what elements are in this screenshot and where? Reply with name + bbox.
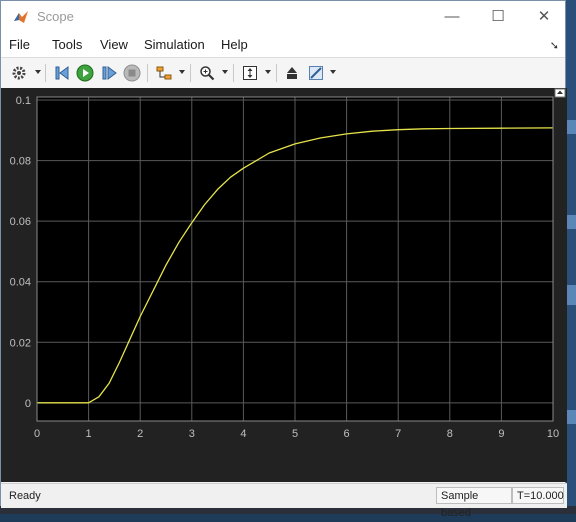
y-tick-label: 0.04	[10, 277, 31, 289]
menu-help[interactable]: Help	[221, 37, 248, 52]
maximize-button[interactable]: ☐	[475, 1, 521, 31]
x-tick-label: 3	[189, 428, 195, 440]
toolbar-separator	[147, 64, 148, 82]
y-tick-label: 0.06	[10, 216, 31, 228]
data-point	[109, 383, 110, 384]
data-point	[372, 131, 373, 132]
scope-chart[interactable]: 0 0.02 0.04 0.06 0.08 0.1 0 1 2 3 4 5 6 7 8 9 10	[1, 88, 567, 482]
data-point	[119, 361, 120, 362]
desktop-icon	[566, 120, 576, 134]
x-tick-label: 1	[86, 428, 92, 440]
step-back-icon[interactable]	[52, 63, 72, 83]
x-tick-label: 5	[292, 428, 298, 440]
data-point	[191, 222, 192, 223]
title-bar[interactable]: Scope — ☐ ✕	[1, 1, 565, 33]
fit-axes-icon[interactable]	[240, 63, 260, 83]
y-tick-label: 0.02	[10, 337, 31, 349]
x-tick-label: 9	[498, 428, 504, 440]
minimize-button[interactable]: —	[429, 1, 475, 31]
minimize-icon: —	[444, 7, 460, 25]
sample-mode-indicator: Sample based	[436, 487, 512, 519]
scope-plot-area: 0 0.02 0.04 0.06 0.08 0.1 0 1 2 3 4 5 6 7 8 9 10	[1, 88, 567, 482]
data-point	[243, 168, 244, 169]
fit-axes-dropdown-icon[interactable]	[265, 70, 271, 74]
scope-window: Scope — ☐ ✕ File Tools View Simulation H…	[0, 0, 567, 519]
undock-icon[interactable]: ➘	[550, 39, 559, 52]
toolbar	[1, 57, 565, 89]
data-point	[230, 177, 231, 178]
data-point	[269, 152, 270, 153]
toolbar-separator	[233, 64, 234, 82]
highlight-icon[interactable]	[306, 63, 326, 83]
x-tick-label: 2	[137, 428, 143, 440]
window-title: Scope	[37, 9, 74, 24]
y-tick-label: 0	[25, 398, 31, 410]
x-tick-label: 4	[240, 428, 246, 440]
signal-select-dropdown-icon[interactable]	[179, 70, 185, 74]
close-button[interactable]: ✕	[521, 1, 567, 31]
data-point	[449, 128, 450, 129]
toolbar-separator	[276, 64, 277, 82]
menu-simulation[interactable]: Simulation	[144, 37, 205, 52]
menu-view[interactable]: View	[100, 37, 128, 52]
toolbar-separator	[45, 64, 46, 82]
step-forward-icon[interactable]	[99, 63, 119, 83]
stop-icon[interactable]	[122, 63, 142, 83]
zoom-dropdown-icon[interactable]	[222, 70, 228, 74]
gear-dropdown-icon[interactable]	[35, 70, 41, 74]
y-tick-labels: 0 0.02 0.04 0.06 0.08 0.1	[10, 95, 31, 410]
close-icon: ✕	[537, 8, 551, 25]
data-point	[153, 290, 154, 291]
run-icon[interactable]	[75, 63, 95, 83]
y-tick-label: 0.1	[16, 95, 31, 107]
gear-icon[interactable]	[9, 63, 29, 83]
x-tick-label: 7	[395, 428, 401, 440]
data-point	[140, 316, 141, 317]
data-point	[294, 143, 295, 144]
signal-select-icon[interactable]	[154, 63, 174, 83]
time-indicator: T=10.000	[512, 487, 564, 504]
data-point	[423, 128, 424, 129]
data-point	[98, 396, 99, 397]
x-tick-label: 0	[34, 428, 40, 440]
menu-tools[interactable]: Tools	[52, 37, 82, 52]
menu-bar: File Tools View Simulation Help ➘	[1, 33, 565, 57]
toolbar-separator	[190, 64, 191, 82]
status-bar: Ready Sample based T=10.000	[1, 483, 567, 519]
status-text: Ready	[9, 490, 41, 502]
autoscale-corner-button[interactable]	[554, 88, 566, 98]
desktop-icon	[566, 285, 576, 305]
data-point	[398, 129, 399, 130]
data-point	[165, 264, 166, 265]
restore-icon[interactable]	[282, 63, 302, 83]
y-tick-label: 0.08	[10, 156, 31, 168]
data-point	[88, 402, 89, 403]
data-point	[129, 339, 130, 340]
menu-file[interactable]: File	[9, 37, 30, 52]
zoom-icon[interactable]	[197, 63, 217, 83]
data-point	[178, 242, 179, 243]
x-tick-label: 8	[447, 428, 453, 440]
data-point	[320, 137, 321, 138]
highlight-dropdown-icon[interactable]	[330, 70, 336, 74]
matlab-logo-icon	[14, 11, 28, 23]
maximize-icon: ☐	[491, 8, 505, 25]
data-point	[346, 133, 347, 134]
data-point	[204, 204, 205, 205]
data-point	[501, 128, 502, 129]
x-tick-label: 10	[547, 428, 559, 440]
x-tick-label: 6	[344, 428, 350, 440]
desktop-icon	[566, 410, 576, 424]
x-tick-labels: 0 1 2 3 4 5 6 7 8 9 10	[34, 428, 559, 440]
desktop-icon	[566, 215, 576, 229]
data-point	[217, 189, 218, 190]
